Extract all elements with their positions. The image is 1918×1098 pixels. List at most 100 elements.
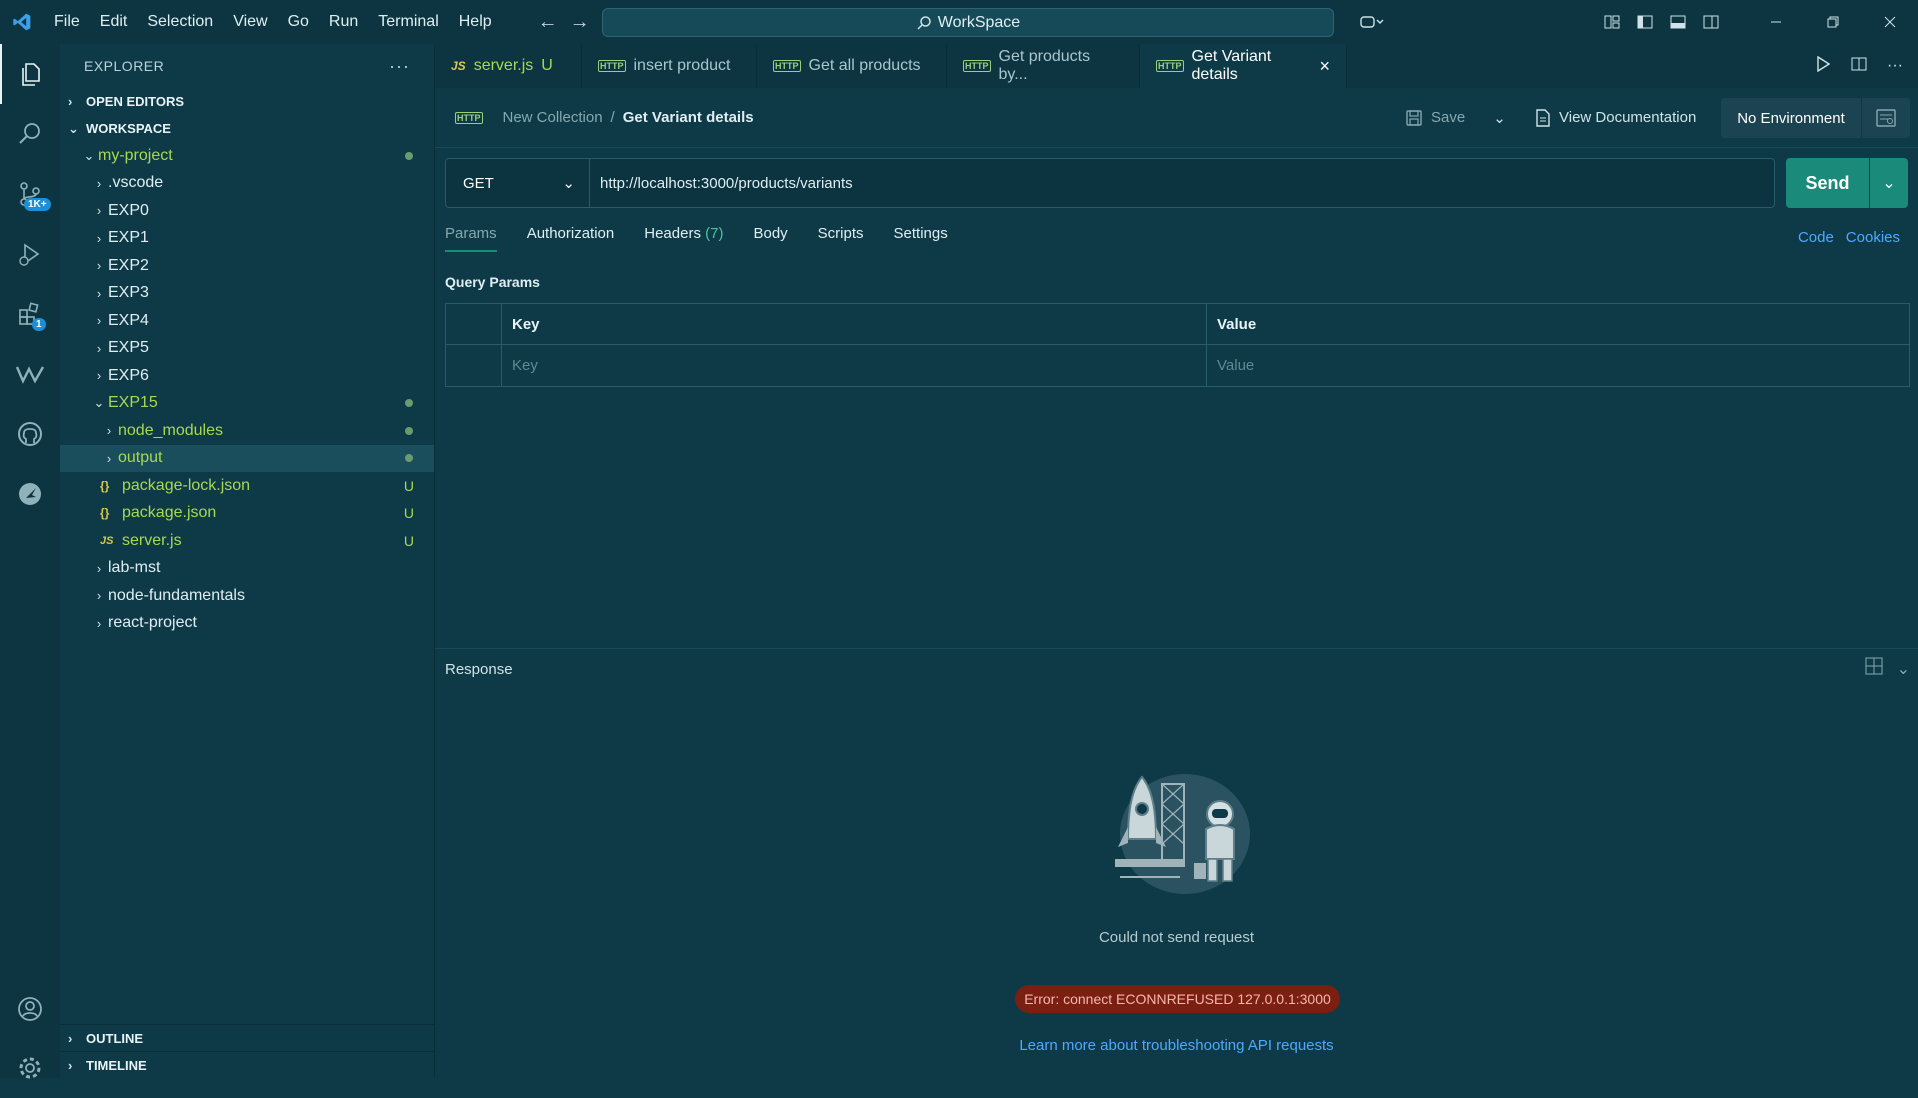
method-select[interactable]: GET ⌄ [446, 159, 590, 207]
chevron-down-icon[interactable]: ⌄ [1897, 659, 1910, 679]
menu-view[interactable]: View [223, 13, 277, 31]
folder-exp0[interactable]: › EXP0 [60, 197, 434, 225]
more-actions-icon[interactable]: ··· [389, 56, 410, 77]
file-package-lock-json[interactable]: {} package-lock.json U [60, 472, 434, 500]
error-text: Error: connect ECONNREFUSED 127.0.0.1:30… [1024, 991, 1331, 1007]
view-documentation-button[interactable]: View Documentation [1535, 108, 1696, 127]
menu-terminal[interactable]: Terminal [368, 13, 448, 31]
tab-insert-product[interactable]: HTTP insert product [582, 44, 757, 88]
breadcrumb-collection[interactable]: New Collection [503, 109, 603, 126]
workspace-section[interactable]: ⌄ WORKSPACE [60, 115, 434, 142]
menu-selection[interactable]: Selection [137, 13, 223, 31]
toggle-primary-sidebar-icon[interactable] [1628, 0, 1661, 44]
request-links: Code Cookies [1798, 229, 1900, 246]
editor-tabs: JS server.js U HTTP insert product HTTP … [435, 44, 1918, 88]
settings-gear-icon[interactable] [0, 1038, 60, 1098]
breadcrumb-separator: / [610, 109, 615, 126]
chevron-down-icon[interactable]: ⌄ [1493, 109, 1506, 127]
command-center-search[interactable]: WorkSpace [602, 8, 1334, 37]
key-input[interactable] [512, 357, 1206, 374]
menu-go[interactable]: Go [278, 13, 319, 31]
table-row [446, 345, 1909, 386]
file-server-js[interactable]: JS server.js U [60, 527, 434, 555]
tree-label: EXP0 [108, 201, 149, 219]
table-header-row: Key Value [446, 304, 1909, 345]
tree-label: package.json [122, 504, 217, 522]
open-editors-section[interactable]: › OPEN EDITORS [60, 88, 434, 115]
menu-file[interactable]: File [44, 13, 90, 31]
menu-edit[interactable]: Edit [90, 13, 138, 31]
tab-get-all-products[interactable]: HTTP Get all products [757, 44, 947, 88]
http-request-icon: HTTP [963, 60, 991, 72]
folder-exp15[interactable]: ⌄ EXP15 [60, 390, 434, 418]
chevron-right-icon: › [68, 94, 73, 109]
close-tab-icon[interactable]: × [1319, 56, 1330, 77]
run-icon[interactable] [1808, 55, 1838, 77]
forward-arrow-icon[interactable]: → [564, 11, 596, 34]
run-debug-icon[interactable] [0, 224, 60, 284]
send-options-button[interactable]: ⌄ [1870, 158, 1908, 208]
tab-get-variant-details[interactable]: HTTP Get Variant details × [1140, 44, 1347, 88]
menu-help[interactable]: Help [449, 13, 502, 31]
save-button[interactable]: Save ⌄ [1405, 109, 1506, 127]
explorer-header: EXPLORER ··· [60, 44, 434, 88]
tab-body[interactable]: Body [753, 225, 787, 252]
source-control-icon[interactable]: 1K+ [0, 164, 60, 224]
tab-get-products-by[interactable]: HTTP Get products by... [947, 44, 1140, 88]
folder-node-modules[interactable]: › node_modules [60, 417, 434, 445]
outline-section[interactable]: › OUTLINE [60, 1024, 435, 1051]
minimize-icon[interactable] [1747, 0, 1804, 44]
folder-vscode[interactable]: › .vscode [60, 170, 434, 198]
toggle-panel-icon[interactable] [1661, 0, 1694, 44]
thunder-client-icon[interactable] [0, 464, 60, 524]
more-actions-icon[interactable]: ··· [1880, 57, 1910, 75]
send-button[interactable]: Send [1786, 158, 1869, 208]
environment-settings-button[interactable] [1862, 98, 1910, 138]
folder-exp1[interactable]: › EXP1 [60, 225, 434, 253]
restore-icon[interactable] [1804, 0, 1861, 44]
layout-toggle-icon[interactable] [1865, 657, 1883, 680]
folder-react-project[interactable]: › react-project [60, 610, 434, 638]
modified-dot [405, 399, 413, 408]
folder-exp4[interactable]: › EXP4 [60, 307, 434, 335]
tab-settings[interactable]: Settings [894, 225, 948, 252]
environment-selector[interactable]: No Environment [1721, 98, 1861, 138]
search-icon[interactable] [0, 104, 60, 164]
toggle-secondary-sidebar-icon[interactable] [1694, 0, 1727, 44]
extensions-icon[interactable]: 1 [0, 284, 60, 344]
customize-layout-icon[interactable] [1595, 0, 1628, 44]
timeline-section[interactable]: › TIMELINE [60, 1051, 435, 1078]
folder-exp3[interactable]: › EXP3 [60, 280, 434, 308]
explorer-icon[interactable] [0, 44, 60, 104]
copilot-icon[interactable] [1350, 0, 1394, 44]
tab-authorization[interactable]: Authorization [527, 225, 615, 252]
url-bar: GET ⌄ http://localhost:3000/products/var… [445, 158, 1775, 208]
tab-params[interactable]: Params [445, 225, 497, 252]
troubleshooting-link[interactable]: Learn more about troubleshooting API req… [435, 1037, 1918, 1054]
code-link[interactable]: Code [1798, 229, 1834, 246]
value-input[interactable] [1217, 357, 1909, 374]
github-icon[interactable] [0, 404, 60, 464]
folder-exp2[interactable]: › EXP2 [60, 252, 434, 280]
json-file-icon: {} [100, 478, 110, 493]
folder-node-fundamentals[interactable]: › node-fundamentals [60, 582, 434, 610]
w-extension-icon[interactable] [0, 344, 60, 404]
folder-my-project[interactable]: ⌄ my-project [60, 142, 434, 170]
cookies-link[interactable]: Cookies [1846, 229, 1900, 246]
tab-headers[interactable]: Headers (7) [644, 225, 723, 252]
back-arrow-icon[interactable]: ← [532, 11, 564, 34]
breadcrumb-request-name[interactable]: Get Variant details [623, 109, 754, 126]
tab-scripts[interactable]: Scripts [818, 225, 864, 252]
account-icon[interactable] [0, 979, 60, 1039]
folder-exp6[interactable]: › EXP6 [60, 362, 434, 390]
chevron-right-icon: › [96, 313, 102, 329]
folder-lab-mst[interactable]: › lab-mst [60, 555, 434, 583]
file-package-json[interactable]: {} package.json U [60, 500, 434, 528]
folder-output[interactable]: › output [60, 444, 434, 472]
url-input[interactable]: http://localhost:3000/products/variants [590, 175, 853, 192]
close-window-icon[interactable] [1861, 0, 1918, 44]
folder-exp5[interactable]: › EXP5 [60, 335, 434, 363]
split-editor-icon[interactable] [1844, 56, 1874, 77]
menu-run[interactable]: Run [319, 13, 368, 31]
tab-server-js[interactable]: JS server.js U [435, 44, 582, 88]
